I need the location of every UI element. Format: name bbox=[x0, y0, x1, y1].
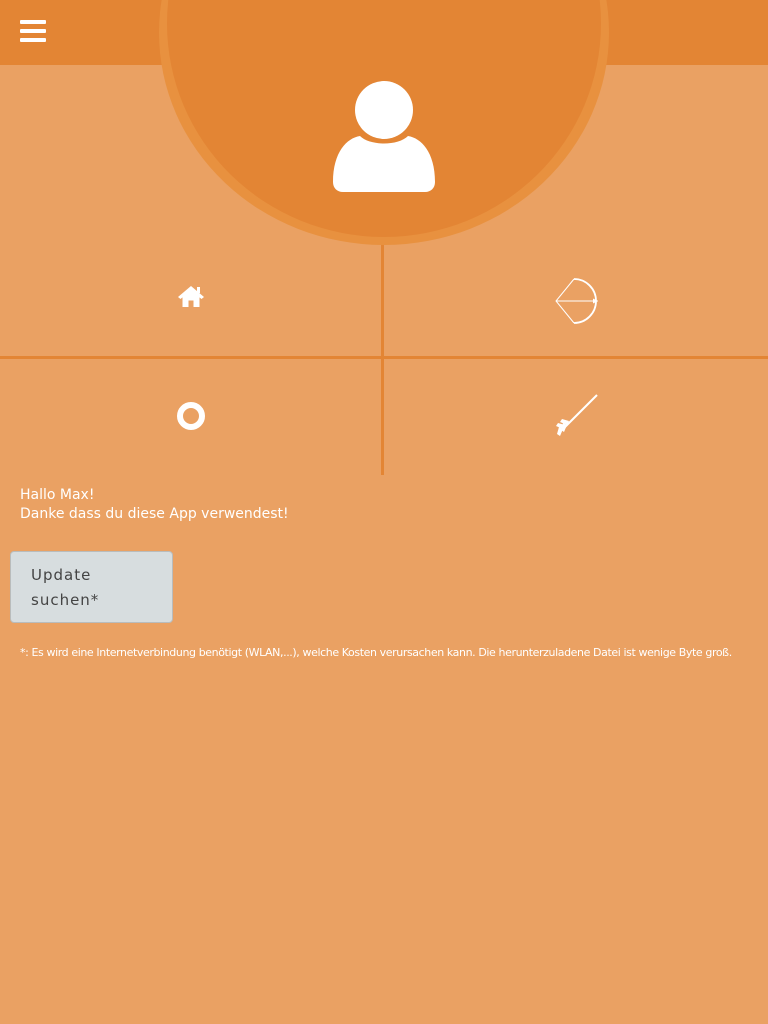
greeting-text: Hallo Max! Danke dass du diese App verwe… bbox=[20, 486, 289, 524]
greeting-line-2: Danke dass du diese App verwendest! bbox=[20, 506, 289, 522]
target-icon bbox=[177, 402, 205, 430]
user-icon bbox=[333, 81, 435, 192]
tile-arrow[interactable] bbox=[384, 359, 768, 475]
tile-target[interactable] bbox=[0, 359, 381, 475]
home-icon bbox=[178, 286, 204, 307]
bow-icon bbox=[555, 278, 598, 324]
footnote-text: *: Es wird eine Internetverbindung benöt… bbox=[20, 646, 732, 659]
greeting-line-1: Hallo Max! bbox=[20, 487, 95, 503]
tile-home[interactable] bbox=[0, 245, 381, 356]
arrow-icon bbox=[556, 394, 598, 436]
update-search-button[interactable]: Update suchen* bbox=[10, 551, 173, 623]
tile-bow[interactable] bbox=[384, 245, 768, 356]
